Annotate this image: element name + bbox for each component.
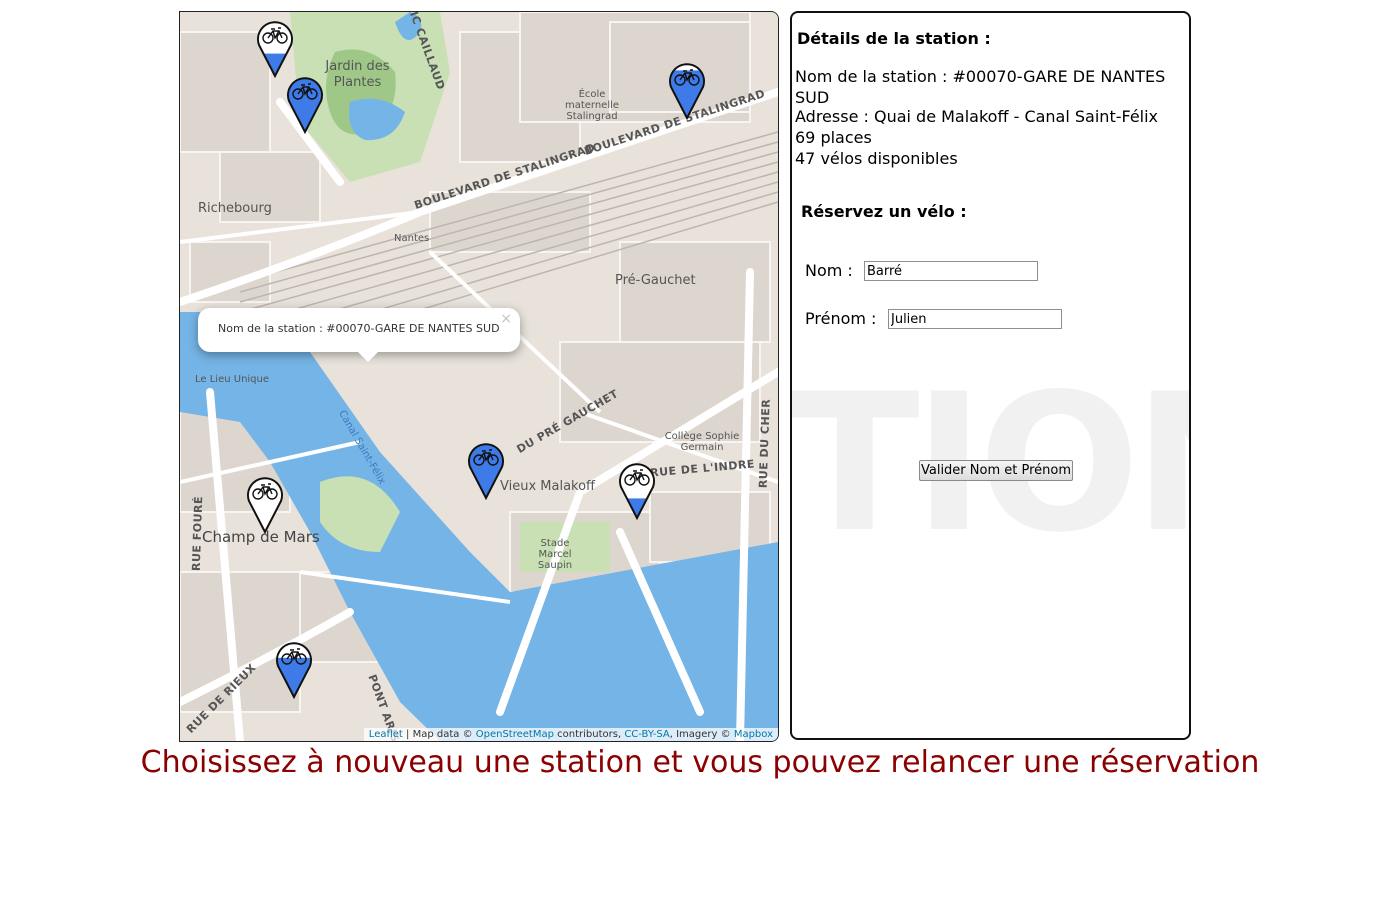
map-label-lieu-unique: Le Lieu Unique	[195, 374, 270, 385]
license-link[interactable]: CC-BY-SA	[624, 729, 669, 740]
station-details-panel: TION Détails de la station : Nom de la s…	[790, 11, 1191, 740]
station-marker-2[interactable]	[286, 74, 324, 135]
station-marker-3[interactable]	[668, 60, 706, 121]
mapbox-link[interactable]: Mapbox	[734, 729, 773, 740]
station-places: 69 places	[795, 128, 872, 147]
station-bikes: 47 vélos disponibles	[795, 149, 958, 168]
nom-label: Nom :	[805, 261, 853, 280]
attrib-sep-3: , Imagery ©	[669, 729, 734, 740]
station-marker-6[interactable]	[246, 474, 284, 535]
map-label-pre-gauchet: Pré-Gauchet	[615, 273, 696, 288]
map-label-jardin: Jardin des Plantes	[325, 59, 390, 90]
details-title: Détails de la station :	[797, 29, 991, 48]
nom-input[interactable]	[864, 261, 1038, 281]
map-label-ecole: École maternelle Stalingrad	[564, 89, 620, 122]
station-map[interactable]: Jardin des Plantes École maternelle Stal…	[179, 11, 779, 742]
map-label-nantes: Nantes	[394, 233, 430, 244]
station-marker-5[interactable]	[618, 460, 656, 521]
station-name: Nom de la station : #00070-GARE DE NANTE…	[795, 67, 1166, 107]
osm-link[interactable]: OpenStreetMap	[476, 729, 554, 740]
prenom-label: Prénom :	[805, 309, 877, 328]
reserve-title: Réservez un vélo :	[801, 202, 967, 221]
leaflet-link[interactable]: Leaflet	[369, 729, 403, 740]
popup-text: Nom de la station : #00070-GARE DE NANTE…	[218, 322, 500, 335]
map-attribution: Leaflet | Map data © OpenStreetMap contr…	[363, 728, 778, 741]
attrib-sep-1: | Map data ©	[402, 729, 476, 740]
status-message: Choisissez à nouveau une station et vous…	[140, 745, 1260, 780]
station-popup[interactable]: Nom de la station : #00070-GARE DE NANTE…	[198, 308, 520, 362]
road-label-foure: RUE FOURÉ	[189, 495, 206, 572]
map-label-vieux-malakoff: Vieux Malakoff	[500, 479, 596, 494]
map-label-richebourg: Richebourg	[198, 201, 272, 216]
map-label-college: Collège Sophie Germain	[664, 431, 740, 453]
popup-close-button[interactable]: ×	[500, 311, 512, 327]
map-label-stade: Stade Marcel Saupin	[537, 538, 573, 571]
prenom-input[interactable]	[888, 309, 1062, 329]
validate-button[interactable]: Valider Nom et Prénom	[919, 460, 1073, 481]
attrib-sep-2: contributors,	[553, 729, 625, 740]
popup-tip	[358, 352, 378, 362]
station-address: Adresse : Quai de Malakoff - Canal Saint…	[795, 107, 1159, 126]
station-marker-1[interactable]	[256, 18, 294, 79]
station-marker-4[interactable]	[467, 440, 505, 501]
station-marker-7[interactable]	[275, 639, 313, 700]
